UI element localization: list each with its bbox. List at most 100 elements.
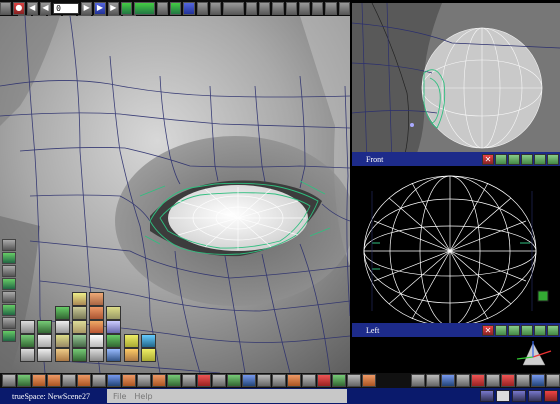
render-icon[interactable] xyxy=(183,1,195,15)
background-icon[interactable] xyxy=(2,330,16,342)
color-icon[interactable] xyxy=(2,317,16,329)
step-back-icon[interactable]: ◀ xyxy=(39,1,52,15)
sphere-shade-icon[interactable] xyxy=(141,348,156,362)
view-object-icon[interactable] xyxy=(495,324,507,336)
front-viewport[interactable] xyxy=(352,3,560,166)
extrude-tool-icon[interactable] xyxy=(72,334,87,348)
zoom-icon[interactable] xyxy=(245,1,257,15)
torus-tool-icon[interactable] xyxy=(89,292,104,306)
close-icon[interactable]: ✕ xyxy=(482,324,494,336)
camera-icon[interactable] xyxy=(170,1,182,15)
sphere-tool-icon[interactable] xyxy=(106,306,121,320)
axis-widget[interactable] xyxy=(503,337,560,373)
hammer-icon[interactable] xyxy=(182,374,196,387)
person-icon[interactable] xyxy=(302,374,316,387)
wheel-icon[interactable] xyxy=(272,374,286,387)
render-scene-icon[interactable] xyxy=(196,1,208,15)
move-tool-icon[interactable] xyxy=(37,320,52,334)
lathe-tool-icon[interactable] xyxy=(20,334,35,348)
eye-view-icon[interactable] xyxy=(17,374,31,387)
view-zoom-icon[interactable] xyxy=(547,324,559,336)
perspective-icon[interactable] xyxy=(285,1,297,15)
library-icon[interactable] xyxy=(2,304,16,316)
waffle-icon[interactable] xyxy=(152,374,166,387)
key-frame-icon[interactable] xyxy=(134,1,155,15)
uv-map-icon[interactable] xyxy=(124,348,139,362)
path-icon[interactable] xyxy=(156,1,169,15)
close-icon[interactable]: ✕ xyxy=(482,153,494,165)
point-edit-icon[interactable] xyxy=(89,348,104,362)
plane-tool-icon[interactable] xyxy=(89,306,104,320)
axis-icon[interactable] xyxy=(501,374,515,387)
select-object-icon[interactable] xyxy=(20,320,35,334)
brick-icon[interactable] xyxy=(122,374,136,387)
unglue-tool-icon[interactable] xyxy=(37,348,52,362)
landscape-icon[interactable] xyxy=(2,278,16,290)
scene-icon[interactable] xyxy=(2,252,16,264)
face-icon[interactable] xyxy=(347,374,361,387)
clock-icon[interactable] xyxy=(137,374,151,387)
pointer-icon[interactable] xyxy=(426,374,440,387)
view-options-icon[interactable] xyxy=(223,1,244,15)
status-view-icon[interactable] xyxy=(480,390,494,402)
view-rotate-icon[interactable] xyxy=(534,324,546,336)
bottom-grip-icon[interactable] xyxy=(2,374,16,387)
bottle-icon[interactable] xyxy=(287,374,301,387)
zoom-view-icon[interactable] xyxy=(486,374,500,387)
animation-icon[interactable] xyxy=(120,1,133,15)
toolbar-grip-icon[interactable] xyxy=(0,1,12,15)
rewind-icon[interactable]: ◀ xyxy=(26,1,38,15)
front-viewport-titlebar[interactable]: Front ✕ xyxy=(352,152,560,166)
plant-icon[interactable] xyxy=(257,374,271,387)
cube-tool-icon[interactable] xyxy=(55,306,70,320)
object-info-icon[interactable] xyxy=(2,239,16,251)
sweep-tool-icon[interactable] xyxy=(37,334,52,348)
texture-icon[interactable] xyxy=(362,374,376,387)
robot-icon[interactable] xyxy=(332,374,346,387)
pot-icon[interactable] xyxy=(32,374,46,387)
water-icon[interactable] xyxy=(107,374,121,387)
leaf-icon[interactable] xyxy=(227,374,241,387)
grid-view-icon[interactable] xyxy=(441,374,455,387)
glue-tool-icon[interactable] xyxy=(20,348,35,362)
boolean-tool-icon[interactable] xyxy=(106,320,121,334)
undo-icon[interactable] xyxy=(325,1,337,15)
status-grid-icon[interactable] xyxy=(496,390,510,402)
zoom-extents-icon[interactable] xyxy=(531,374,545,387)
material-sphere-icon[interactable] xyxy=(141,334,156,348)
rotate-tool-icon[interactable] xyxy=(55,320,70,334)
shader-icon[interactable] xyxy=(47,374,61,387)
deform-tool-icon[interactable] xyxy=(89,320,104,334)
tube-tool-icon[interactable] xyxy=(89,334,104,348)
redo-icon[interactable] xyxy=(338,1,350,15)
anim-path-icon[interactable] xyxy=(72,348,87,362)
stone-icon[interactable] xyxy=(212,374,226,387)
hand-icon[interactable] xyxy=(411,374,425,387)
view-pan-icon[interactable] xyxy=(521,324,533,336)
frame-number-field[interactable]: 0 xyxy=(53,2,80,14)
menu-file[interactable]: File xyxy=(113,392,126,401)
figure-icon[interactable] xyxy=(317,374,331,387)
step-forward-icon[interactable]: ▶ xyxy=(81,1,93,15)
wood-material-icon[interactable] xyxy=(77,374,91,387)
cone-tool-icon[interactable] xyxy=(72,292,87,306)
view-zoom-icon[interactable] xyxy=(547,153,559,165)
view-pan-icon[interactable] xyxy=(521,153,533,165)
camera-view-icon[interactable] xyxy=(2,265,16,277)
light-tool-icon[interactable] xyxy=(124,334,139,348)
paint-face-icon[interactable] xyxy=(106,348,121,362)
view-rotate-icon[interactable] xyxy=(534,153,546,165)
status-camera-icon[interactable] xyxy=(512,390,526,402)
curve-icon[interactable] xyxy=(167,374,181,387)
status-close-icon[interactable] xyxy=(544,390,558,402)
scale-tool-icon[interactable] xyxy=(72,320,87,334)
bevel-tool-icon[interactable] xyxy=(55,334,70,348)
menu-help[interactable]: Help xyxy=(134,392,152,401)
spline-tool-icon[interactable] xyxy=(106,334,121,348)
script-icon[interactable] xyxy=(62,374,76,387)
hierarchy-tool-icon[interactable] xyxy=(55,348,70,362)
pan-icon[interactable] xyxy=(259,1,271,15)
checker-icon[interactable] xyxy=(242,374,256,387)
tools-icon[interactable] xyxy=(197,374,211,387)
surface-icon[interactable] xyxy=(92,374,106,387)
